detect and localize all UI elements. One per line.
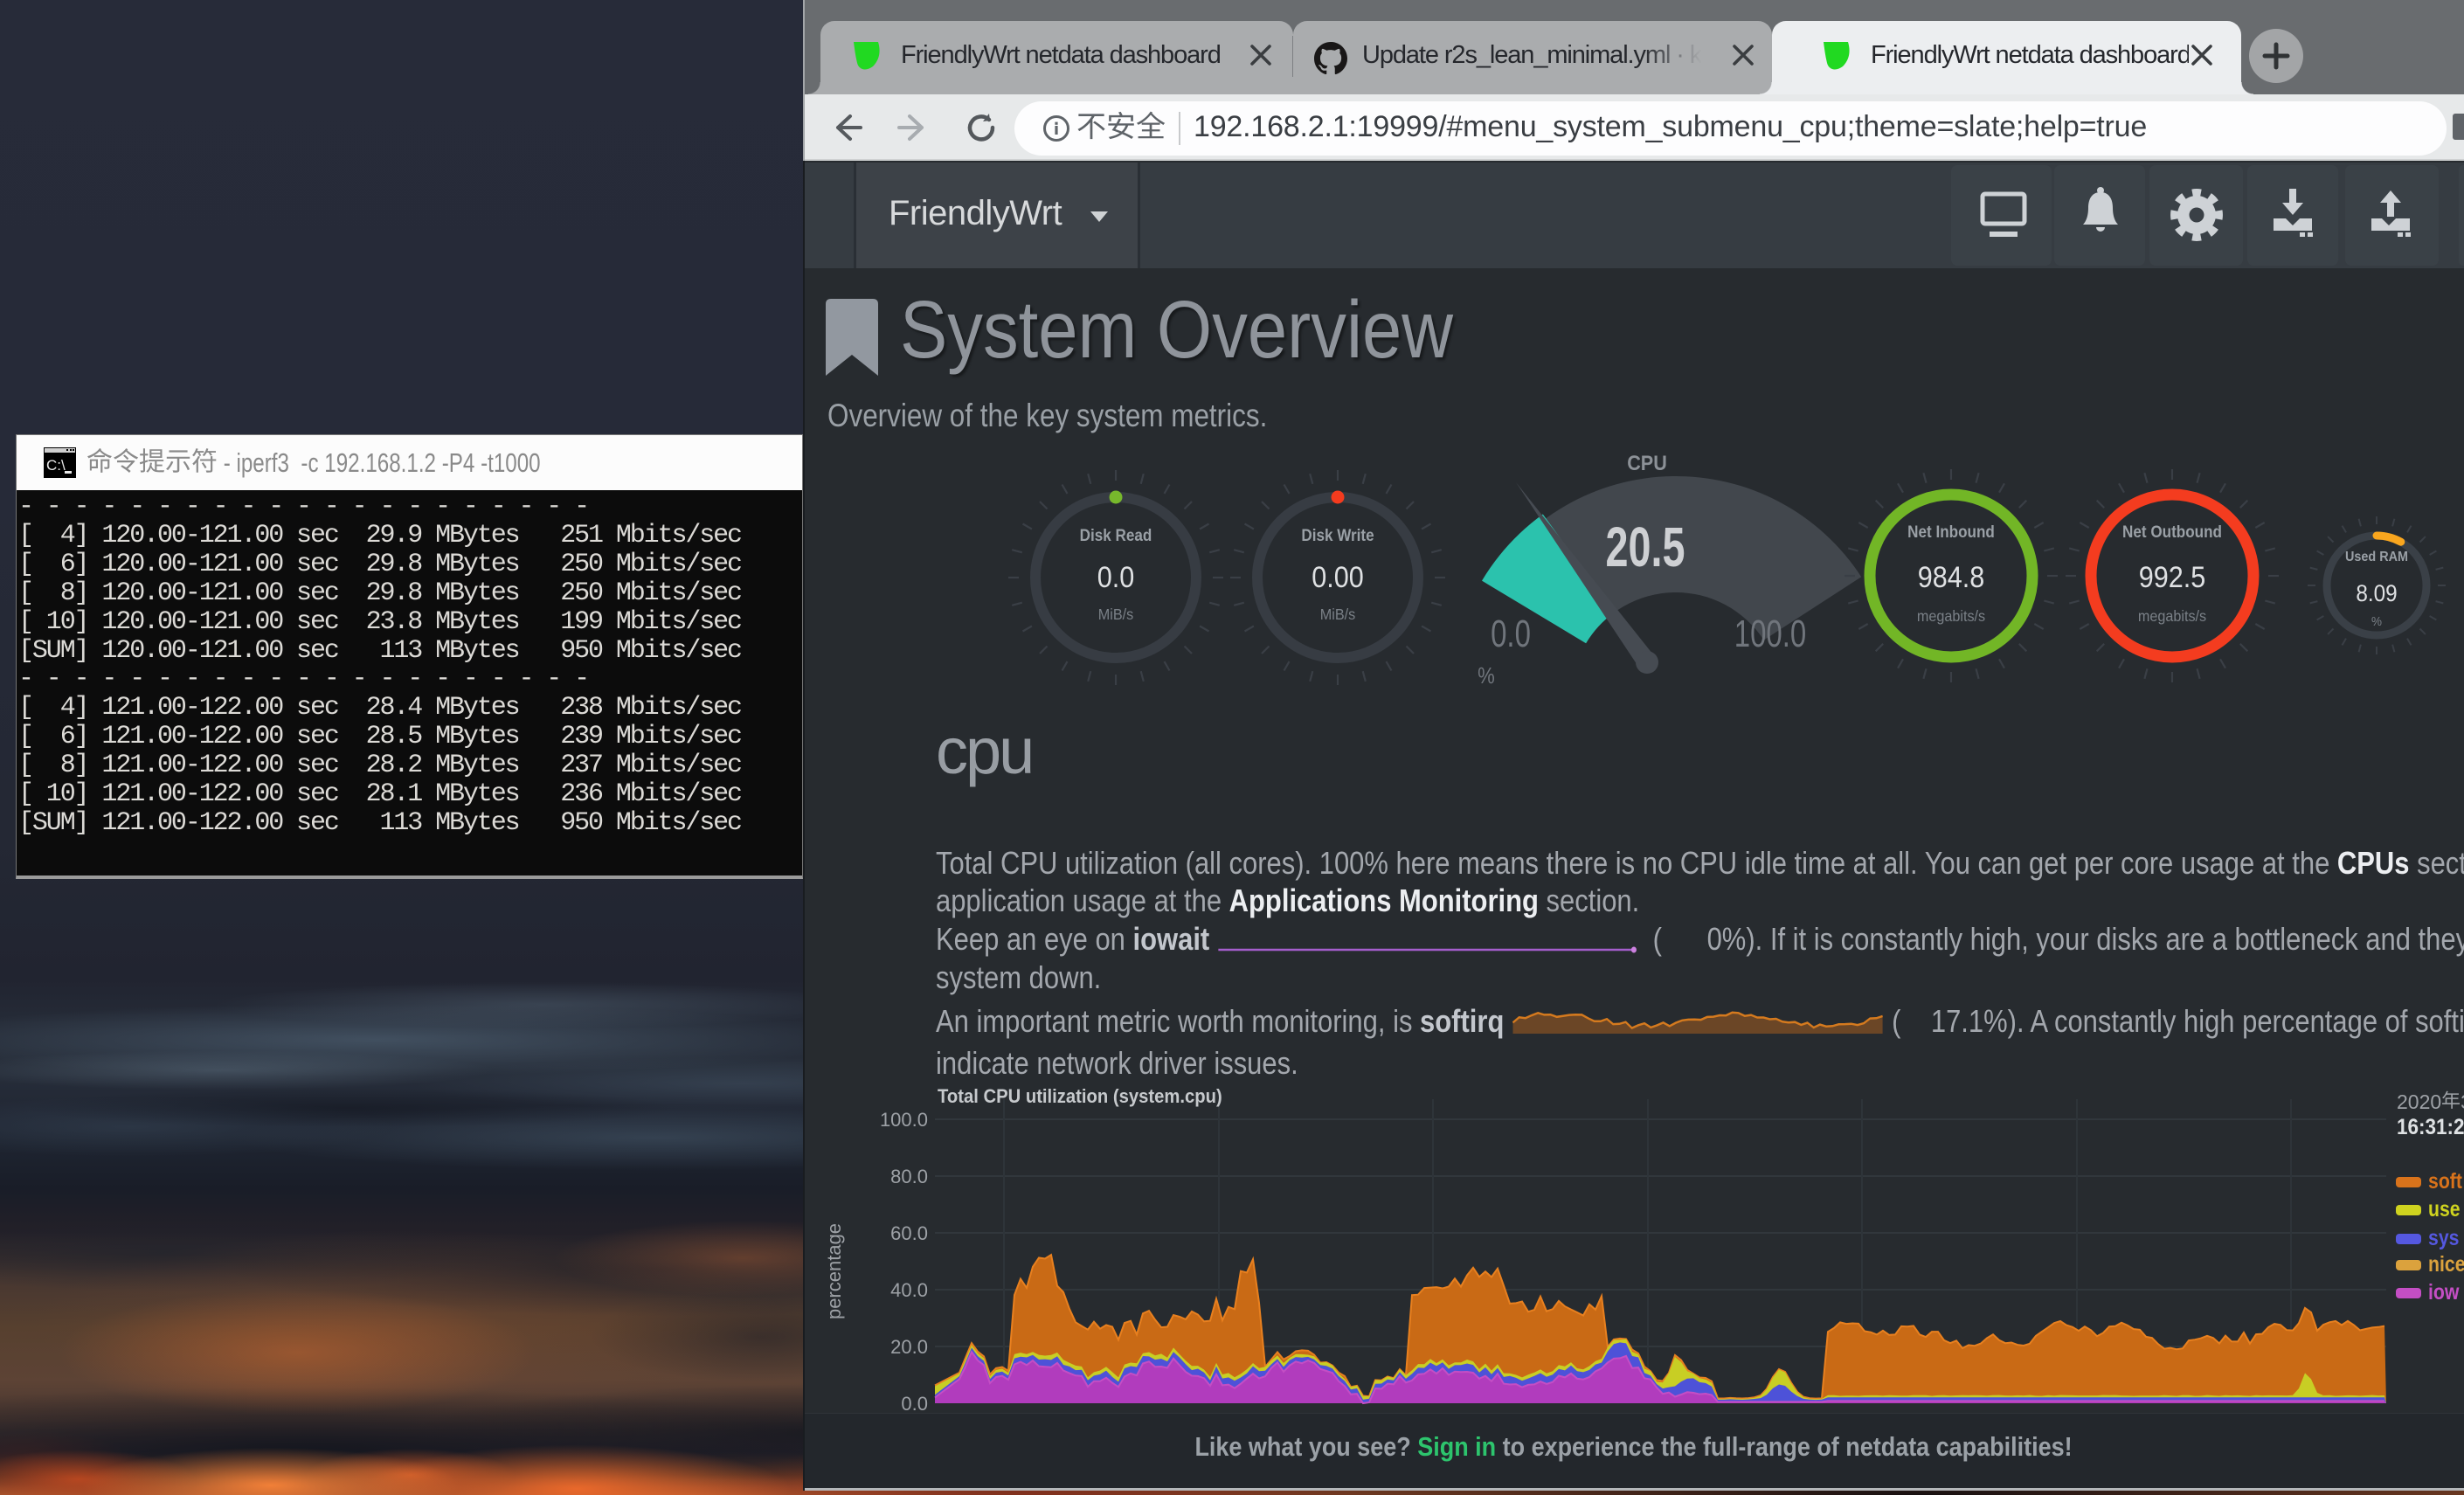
svg-text:80.0: 80.0 [890,1166,928,1187]
svg-text:C:\: C:\ [46,457,66,474]
svg-text:60.0: 60.0 [890,1222,928,1244]
svg-text:40.0: 40.0 [890,1279,928,1301]
svg-text:0.0: 0.0 [901,1393,928,1415]
svg-text:percentage: percentage [823,1223,845,1319]
svg-text:20.0: 20.0 [890,1336,928,1358]
svg-text:100.0: 100.0 [880,1109,928,1131]
